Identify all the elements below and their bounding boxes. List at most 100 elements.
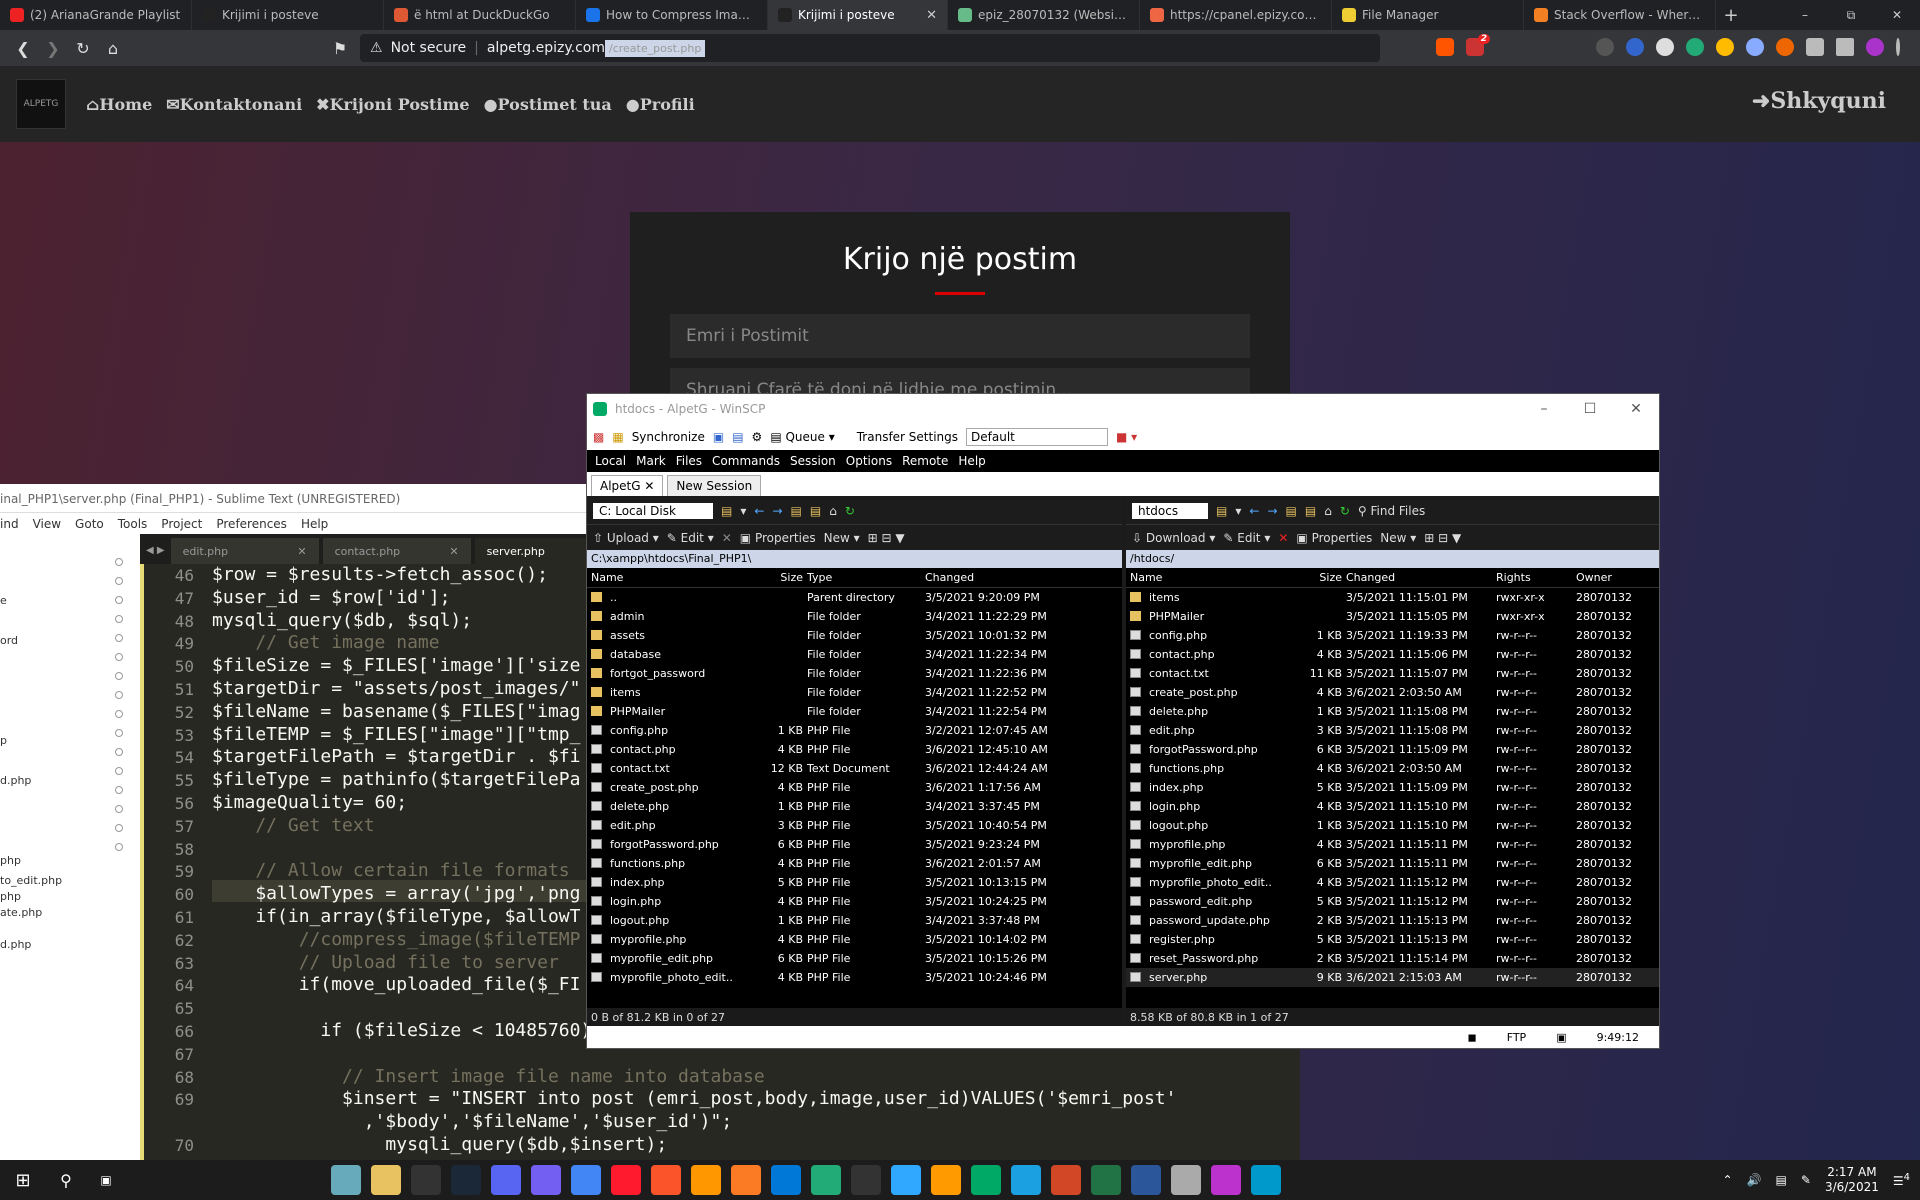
table-row[interactable]: contact.php 4 KB 3/5/2021 11:15:06 PM rw-r-… [1126,645,1659,664]
minimize-icon[interactable]: – [1521,394,1567,424]
table-row[interactable]: login.php 4 KB PHP File 3/5/2021 10:24:25 P… [587,892,1122,911]
file-explorer-icon[interactable] [331,1165,361,1195]
post-title-input[interactable]: Emri i Postimit [670,314,1250,358]
xampp-icon[interactable] [731,1165,761,1195]
network-icon[interactable]: ▤ [1776,1173,1787,1187]
forward-icon[interactable]: ❯ [38,39,68,58]
terminal-icon[interactable]: ▤ [732,430,743,444]
editor-tab[interactable]: contact.php ✕ [322,538,471,564]
queue-button[interactable]: ▤ Queue ▾ [770,430,834,444]
steam-icon[interactable] [451,1165,481,1195]
remote-path[interactable]: /htdocs/ [1126,550,1659,568]
home-icon[interactable]: ⌂ [829,504,837,518]
find-files-button[interactable]: ⚲ Find Files [1358,504,1425,518]
playlist-icon[interactable] [1836,38,1854,56]
menu-icon[interactable] [1896,38,1900,56]
browser-tab[interactable]: (2) ArianaGrande Playlist [0,0,192,30]
winscp-menu-item[interactable]: Mark [636,454,666,468]
sidebar-file[interactable]: to_edit.php [0,874,62,887]
local-path[interactable]: C:\xampp\htdocs\Final_PHP1\ [587,550,1122,568]
root-dir-icon[interactable]: ▤ [1305,504,1316,518]
sidebar-file[interactable]: d.php [0,938,31,951]
table-row[interactable]: create_post.php 4 KB PHP File 3/6/2021 1:17… [587,778,1122,797]
table-row[interactable]: assets File folder 3/5/2021 10:01:32 PM [587,626,1122,645]
column-header[interactable]: Type [803,571,921,584]
table-row[interactable]: delete.php 1 KB 3/5/2021 11:15:08 PM rw-r--… [1126,702,1659,721]
sublime-menu-item[interactable]: ind [0,517,19,531]
close-icon[interactable]: ✕ [297,545,306,558]
sublime-menu-item[interactable]: Goto [75,517,104,531]
sidebar-file[interactable]: php [0,854,21,867]
filter-icon[interactable]: ▾ [740,504,746,518]
new-button[interactable]: New ▾ [1380,531,1416,545]
photoshop-icon[interactable] [891,1165,921,1195]
table-row[interactable]: functions.php 4 KB 3/6/2021 2:03:50 AM rw-r… [1126,759,1659,778]
nav-create-post[interactable]: ✖Krijoni Postime [316,95,469,114]
column-header[interactable]: Rights [1492,571,1572,584]
sublime-menu-item[interactable]: Help [301,517,328,531]
extension-icon[interactable] [1776,38,1794,56]
sublime-menu-item[interactable]: Project [161,517,202,531]
bookmark-icon[interactable]: ⚑ [325,39,355,58]
column-header[interactable]: Name [1126,571,1272,584]
synchronize-button[interactable]: Synchronize [632,430,705,444]
column-header[interactable]: Changed [921,571,1111,584]
windows-start-icon[interactable]: ⊞ [0,1170,46,1191]
close-icon[interactable]: ✕ [1613,394,1659,424]
table-row[interactable]: logout.php 1 KB 3/5/2021 11:15:10 PM rw-r--… [1126,816,1659,835]
session-color-icon[interactable]: ■ ▾ [1116,430,1137,444]
vscode-icon[interactable] [771,1165,801,1195]
table-row[interactable]: functions.php 4 KB PHP File 3/6/2021 2:01:5… [587,854,1122,873]
winscp-menu-item[interactable]: Help [958,454,985,468]
refresh-icon[interactable]: ↻ [1340,504,1350,518]
clock[interactable]: 2:17 AM 3/6/2021 [1825,1165,1879,1195]
refresh-icon[interactable]: ↻ [845,504,855,518]
excel-icon[interactable] [1091,1165,1121,1195]
app-icon[interactable] [811,1165,841,1195]
sidebar-file[interactable]: ate.php [0,906,42,919]
table-row[interactable]: delete.php 1 KB PHP File 3/4/2021 3:37:45 P… [587,797,1122,816]
discord-icon[interactable] [491,1165,521,1195]
table-row[interactable]: password_update.php 2 KB 3/5/2021 11:15:13… [1126,911,1659,930]
table-row[interactable]: register.php 5 KB 3/5/2021 11:15:13 PM rw-r… [1126,930,1659,949]
browser-tab[interactable]: ë html at DuckDuckGo [384,0,576,30]
table-row[interactable]: server.php 9 KB 3/6/2021 2:15:03 AM rw-r--r… [1126,968,1659,987]
properties-button[interactable]: ▣ Properties [740,531,816,545]
browser-tab[interactable]: Stack Overflow - Where Dev [1524,0,1716,30]
editor-tab[interactable]: edit.php ✕ [170,538,319,564]
winscp-menu-item[interactable]: Local [595,454,626,468]
notification-icon[interactable]: ☰4 [1893,1172,1910,1188]
select-icon[interactable]: ⊞ ⊟ ▼ [868,531,905,545]
logout-link[interactable]: ➜Shkyquni [1752,88,1886,114]
table-row[interactable]: forgotPassword.php 6 KB PHP File 3/5/2021 9… [587,835,1122,854]
browser-tab[interactable]: Krijimi i posteve ✕ [768,0,948,30]
viber-icon[interactable] [531,1165,561,1195]
winscp-icon[interactable] [1011,1165,1041,1195]
table-row[interactable]: create_post.php 4 KB 3/6/2021 2:03:50 AM rw… [1126,683,1659,702]
table-row[interactable]: contact.txt 12 KB Text Document 3/6/2021 12… [587,759,1122,778]
table-row[interactable]: config.php 1 KB PHP File 3/2/2021 12:07:45 … [587,721,1122,740]
table-row[interactable]: database File folder 3/4/2021 11:22:34 PM [587,645,1122,664]
table-row[interactable]: forgotPassword.php 6 KB 3/5/2021 11:15:09 … [1126,740,1659,759]
folder-icon[interactable] [371,1165,401,1195]
terminal-icon[interactable] [851,1165,881,1195]
maximize-icon[interactable]: ☐ [1567,394,1613,424]
table-row[interactable]: fortgot_password File folder 3/4/2021 11:2… [587,664,1122,683]
address-bar[interactable]: ⚠ Not secure | alpetg.epizy.com/create_p… [360,34,1380,62]
select-icon[interactable]: ⊞ ⊟ ▼ [1424,531,1461,545]
winscp-menu-item[interactable]: Files [676,454,702,468]
nav-profile[interactable]: ●Profili [626,95,695,114]
new-session-tab[interactable]: New Session [667,475,762,496]
winscp-menu-item[interactable]: Remote [902,454,948,468]
settings-icon[interactable]: ⚙ [752,430,763,444]
table-row[interactable]: index.php 5 KB 3/5/2021 11:15:09 PM rw-r--r… [1126,778,1659,797]
parent-dir-icon[interactable]: ▤ [1286,504,1297,518]
browser-tab[interactable]: https://cpanel.epizy.com/pa [1140,0,1332,30]
chevron-up-icon[interactable]: ⌃ [1723,1173,1733,1187]
nav-home[interactable]: ⌂Home [86,95,152,114]
pen-icon[interactable]: ✎ [1801,1173,1811,1187]
minimize-icon[interactable]: – [1782,0,1828,30]
table-row[interactable]: PHPMailer File folder 3/4/2021 11:22:54 PM [587,702,1122,721]
extension-icon[interactable] [1626,38,1644,56]
volume-icon[interactable]: 🔊 [1747,1173,1762,1187]
